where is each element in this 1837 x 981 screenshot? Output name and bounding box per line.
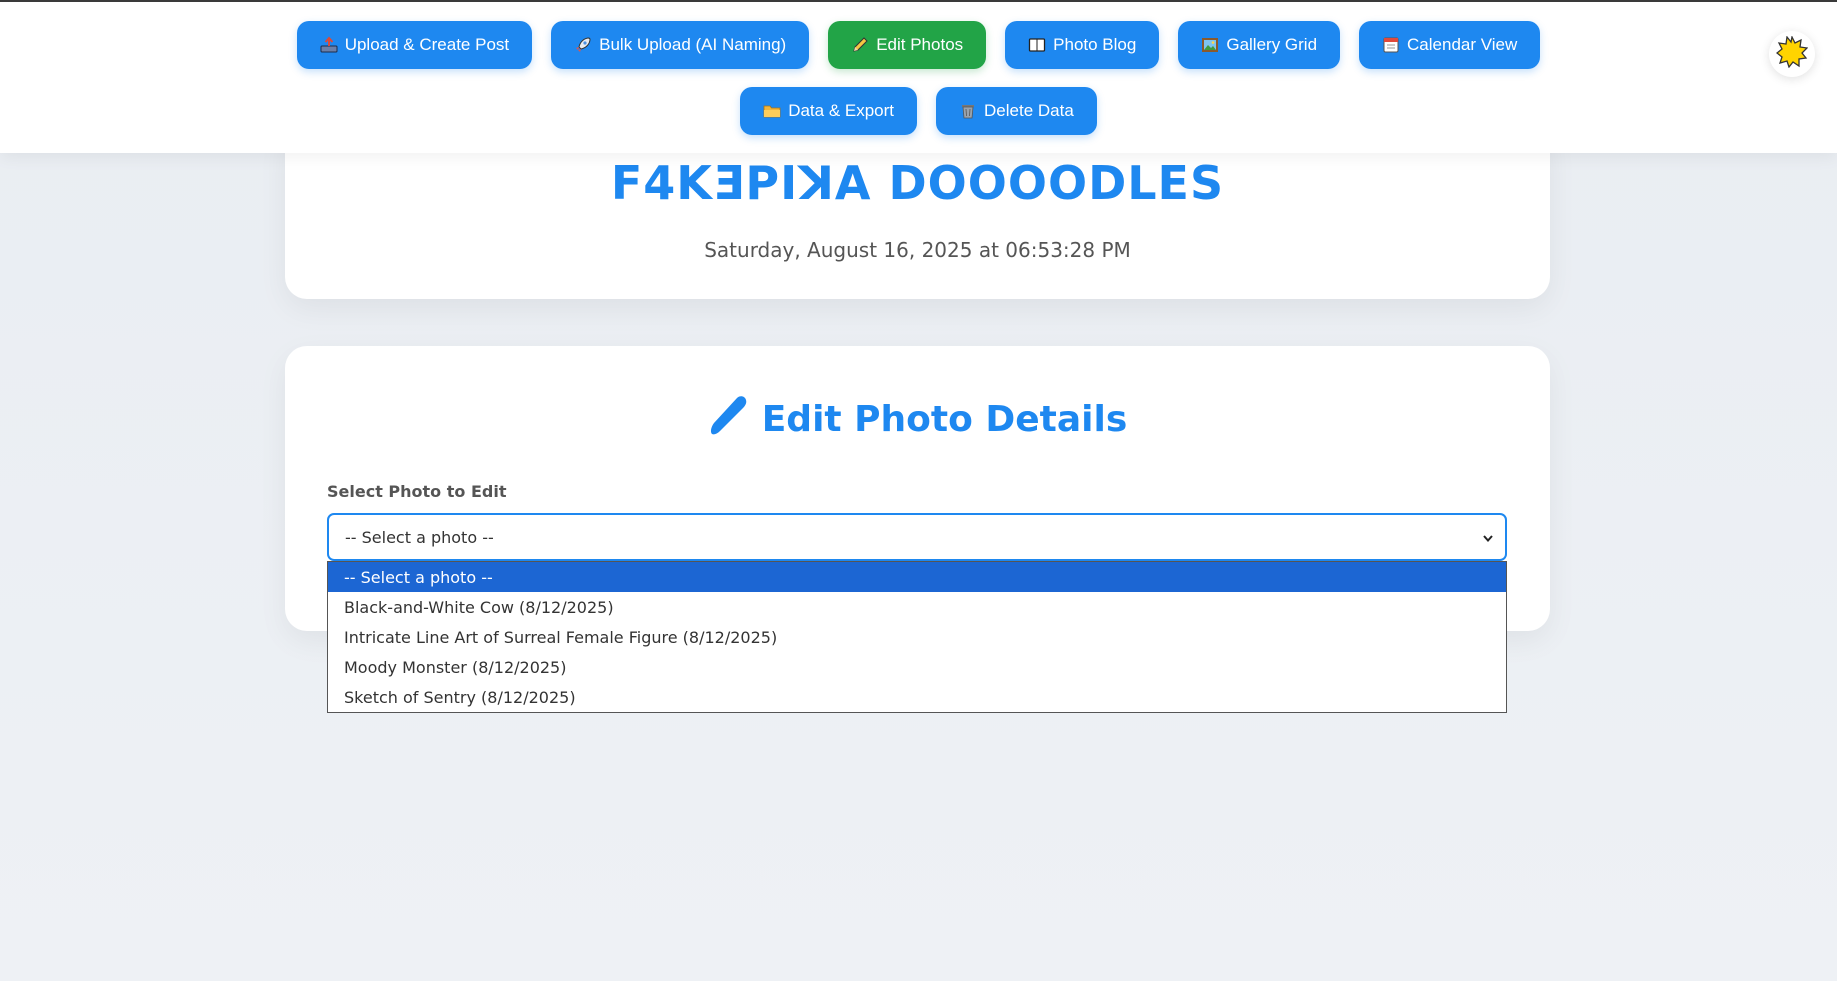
photo-blog-button[interactable]: Photo Blog: [1005, 21, 1160, 69]
nav-label: Photo Blog: [1053, 35, 1137, 54]
sun-icon: [1775, 34, 1809, 73]
top-navigation-bar: Upload & Create Post Bulk Upload (AI Nam…: [0, 0, 1837, 153]
photo-select-dropdown: -- Select a photo -- Black-and-White Cow…: [327, 561, 1507, 713]
current-datetime: Saturday, August 16, 2025 at 06:53:28 PM: [704, 238, 1131, 262]
section-title-text: Edit Photo Details: [761, 399, 1128, 440]
nav-label: Upload & Create Post: [344, 35, 510, 54]
folder-icon: [763, 102, 781, 120]
nav-label: Calendar View: [1407, 35, 1518, 54]
nav-row-secondary: Data & Export Delete Data: [0, 87, 1837, 135]
bulk-upload-button[interactable]: Bulk Upload (AI Naming): [551, 21, 810, 69]
trash-icon: [959, 102, 977, 120]
dropdown-option[interactable]: Intricate Line Art of Surreal Female Fig…: [328, 622, 1506, 652]
edit-photos-button[interactable]: Edit Photos: [828, 21, 987, 69]
data-export-button[interactable]: Data & Export: [740, 87, 918, 135]
dropdown-option[interactable]: Moody Monster (8/12/2025): [328, 652, 1506, 682]
select-value: -- Select a photo --: [345, 527, 494, 547]
photo-select[interactable]: -- Select a photo --: [327, 513, 1507, 561]
gallery-grid-button[interactable]: Gallery Grid: [1178, 21, 1341, 69]
calendar-view-button[interactable]: Calendar View: [1359, 21, 1541, 69]
inbox-tray-icon: [320, 36, 338, 54]
nav-label: Bulk Upload (AI Naming): [599, 35, 787, 54]
nav-label: Edit Photos: [876, 35, 964, 54]
nav-label: Data & Export: [788, 101, 895, 120]
picture-icon: [1201, 36, 1219, 54]
pencil-icon: [851, 36, 869, 54]
chevron-down-icon: [1481, 530, 1495, 549]
nav-label: Gallery Grid: [1226, 35, 1318, 54]
section-title: Edit Photo Details: [285, 394, 1550, 445]
rocket-icon: [574, 36, 592, 54]
nav-label: Delete Data: [984, 101, 1074, 120]
select-photo-label: Select Photo to Edit: [327, 482, 507, 501]
dropdown-option[interactable]: Black-and-White Cow (8/12/2025): [328, 592, 1506, 622]
upload-create-post-button[interactable]: Upload & Create Post: [296, 21, 533, 69]
calendar-icon: [1382, 36, 1400, 54]
book-icon: [1028, 36, 1046, 54]
site-title: F4KƎPIꓘA DOOOODLES: [610, 156, 1225, 210]
delete-data-button[interactable]: Delete Data: [936, 87, 1097, 135]
pencil-icon: [708, 394, 748, 445]
dropdown-option[interactable]: -- Select a photo --: [328, 562, 1506, 592]
theme-toggle-button[interactable]: [1769, 31, 1815, 77]
nav-row-primary: Upload & Create Post Bulk Upload (AI Nam…: [0, 21, 1837, 69]
dropdown-option[interactable]: Sketch of Sentry (8/12/2025): [328, 682, 1506, 712]
